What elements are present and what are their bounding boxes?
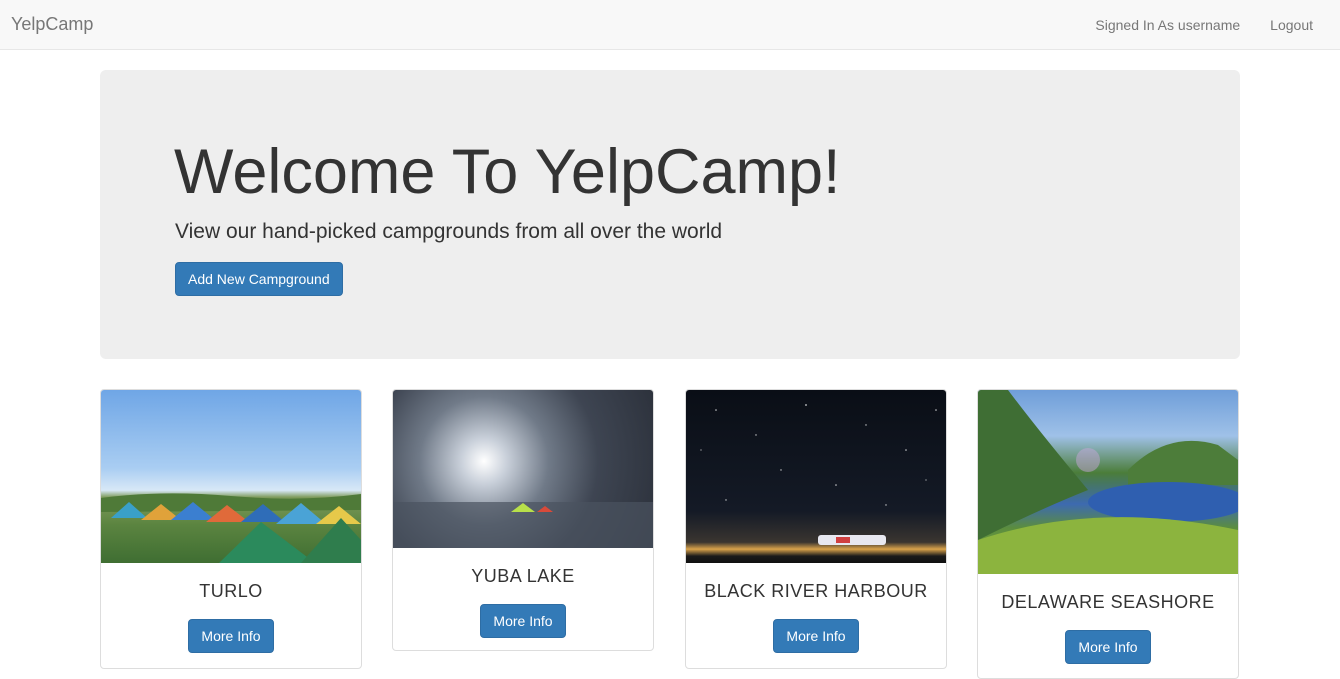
campground-image bbox=[393, 390, 653, 548]
campground-image bbox=[978, 390, 1238, 574]
signed-in-link[interactable]: Signed In As username bbox=[1095, 16, 1240, 34]
card-caption: YUBA LAKE More Info bbox=[393, 548, 653, 650]
campground-card: TURLO More Info bbox=[100, 389, 362, 669]
night-tent-illustration bbox=[700, 404, 937, 545]
navbar-right: Signed In As username Logout bbox=[1095, 16, 1313, 34]
tents-illustration bbox=[101, 493, 361, 563]
campground-card: DELAWARE SEASHORE More Info bbox=[977, 389, 1239, 679]
campground-name: DELAWARE SEASHORE bbox=[1001, 592, 1215, 612]
campground-name: YUBA LAKE bbox=[471, 566, 575, 586]
jumbotron: Welcome To YelpCamp! View our hand-picke… bbox=[100, 70, 1240, 359]
more-info-button[interactable]: More Info bbox=[188, 619, 274, 653]
card-caption: BLACK RIVER HARBOUR More Info bbox=[686, 563, 946, 667]
card-caption: DELAWARE SEASHORE More Info bbox=[978, 574, 1238, 678]
page-title: Welcome To YelpCamp! bbox=[174, 137, 841, 207]
more-info-button[interactable]: More Info bbox=[773, 619, 859, 653]
campground-card: YUBA LAKE More Info bbox=[392, 389, 654, 651]
campground-card: BLACK RIVER HARBOUR More Info bbox=[685, 389, 947, 669]
add-campground-button[interactable]: Add New Campground bbox=[175, 262, 343, 296]
campground-name: TURLO bbox=[199, 581, 263, 601]
tent-illustration bbox=[393, 502, 653, 548]
campground-image bbox=[686, 390, 946, 563]
more-info-button[interactable]: More Info bbox=[480, 604, 566, 638]
page-subtitle: View our hand-picked campgrounds from al… bbox=[175, 220, 723, 243]
navbar: YelpCamp Signed In As username Logout bbox=[0, 0, 1340, 50]
brand-link[interactable]: YelpCamp bbox=[11, 14, 93, 34]
campground-image bbox=[101, 390, 361, 563]
campground-name: BLACK RIVER HARBOUR bbox=[704, 581, 928, 601]
logout-link[interactable]: Logout bbox=[1270, 16, 1313, 34]
card-caption: TURLO More Info bbox=[101, 563, 361, 667]
lake-illustration bbox=[978, 390, 1238, 574]
